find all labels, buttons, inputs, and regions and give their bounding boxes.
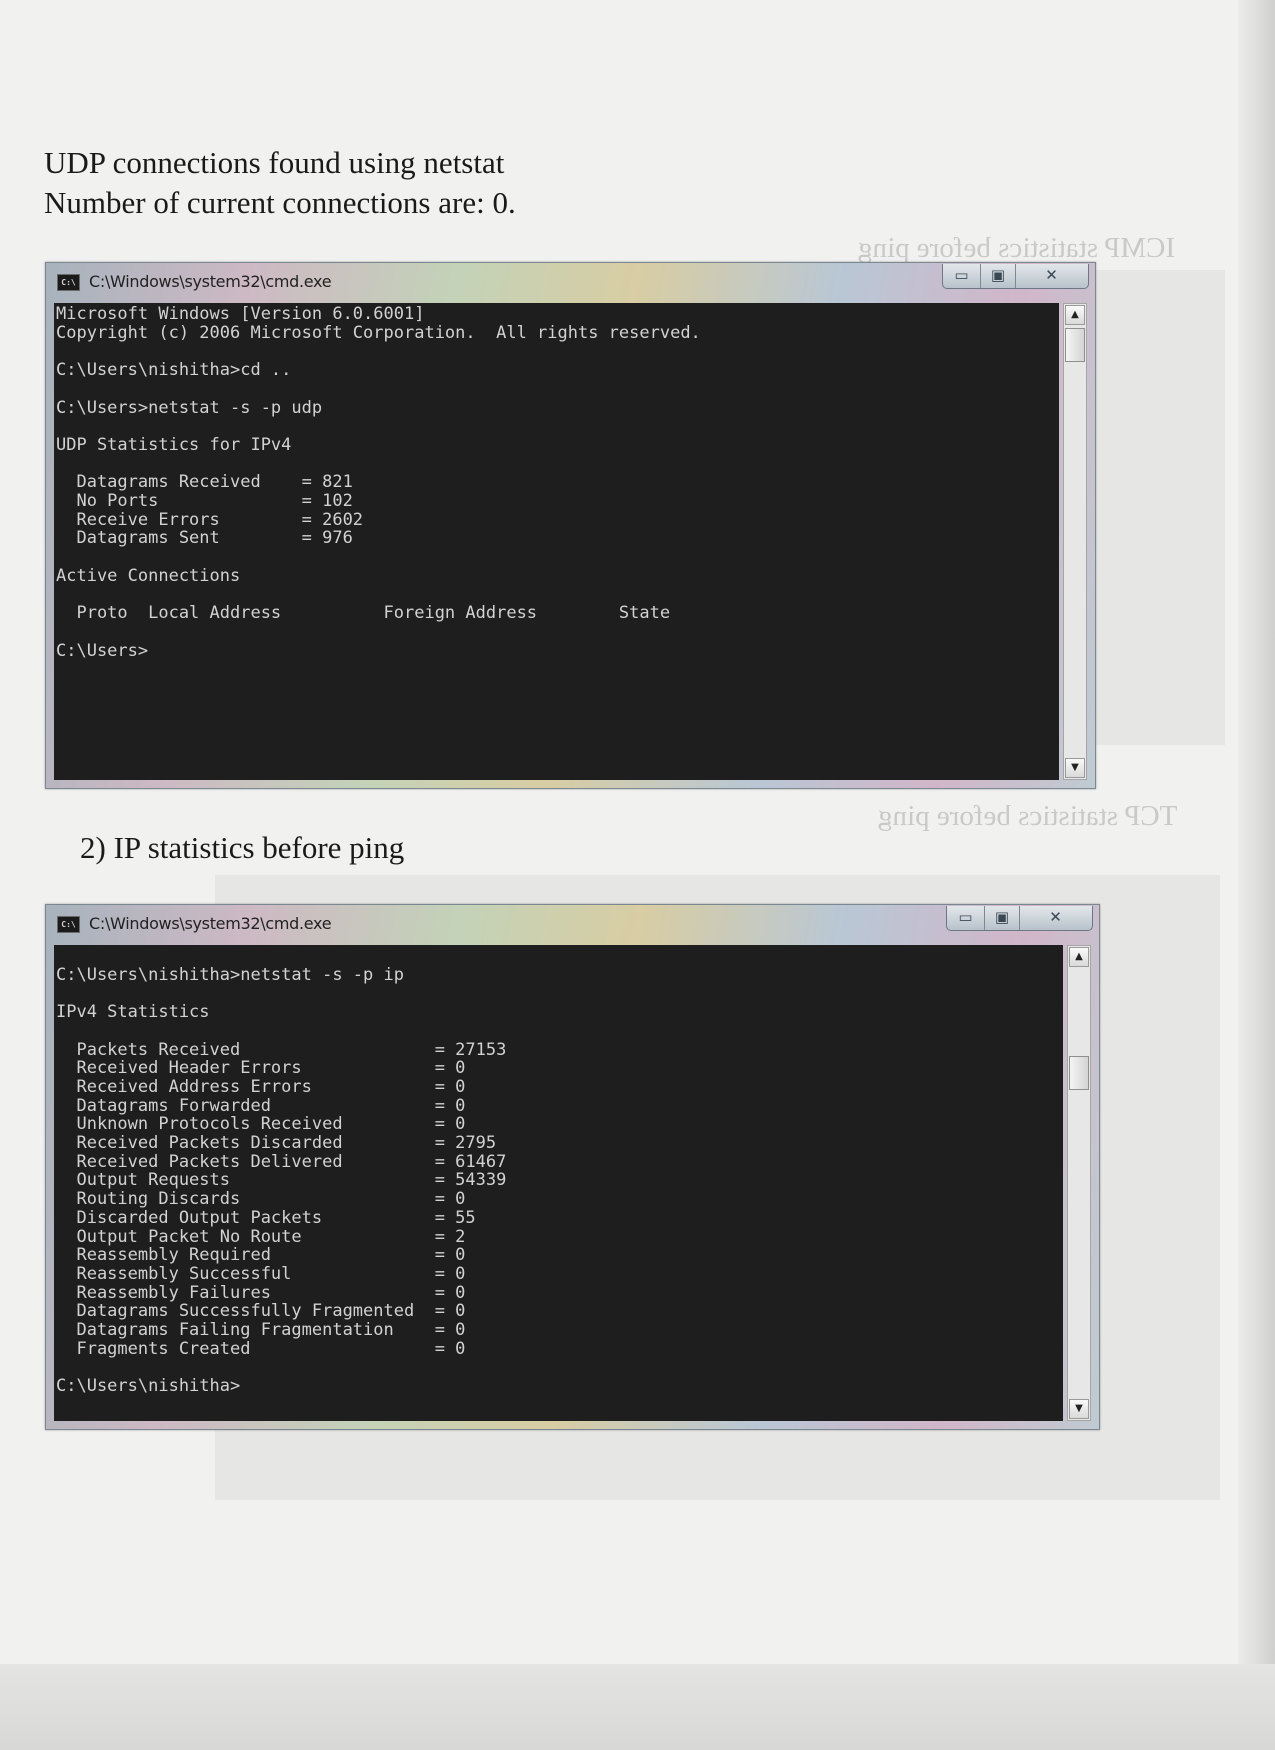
console-text: C:\Users\nishitha>netstat -s -p ip IPv4 … <box>56 964 507 1397</box>
cmd-window-udp: C:\ C:\Windows\system32\cmd.exe ▭ ▣ ✕ Mi… <box>45 262 1096 789</box>
window-controls: ▭ ▣ ✕ <box>946 906 1093 931</box>
vertical-scrollbar[interactable]: ▲ ▼ <box>1067 945 1091 1421</box>
caption-line-1: UDP connections found using netstat <box>44 145 505 180</box>
cmd-icon: C:\ <box>57 274 80 291</box>
close-button[interactable]: ✕ <box>1019 906 1092 930</box>
window-title: C:\Windows\system32\cmd.exe <box>89 914 332 933</box>
show-through-text-1: ICMP statistics before ping <box>858 232 1176 264</box>
minimize-button[interactable]: ▭ <box>947 906 984 930</box>
vertical-scrollbar[interactable]: ▲ ▼ <box>1063 303 1087 780</box>
scroll-thumb[interactable] <box>1065 328 1085 362</box>
cmd-window-ip: C:\ C:\Windows\system32\cmd.exe ▭ ▣ ✕ C:… <box>45 904 1100 1430</box>
section-heading: 2) IP statistics before ping <box>80 830 405 865</box>
page-edge-shadow <box>1238 0 1275 1750</box>
page-bottom-shadow <box>0 1664 1275 1750</box>
scroll-down-arrow-icon[interactable]: ▼ <box>1065 758 1085 778</box>
minimize-button[interactable]: ▭ <box>943 264 980 288</box>
cmd-icon: C:\ <box>57 916 80 933</box>
show-through-text-2: TCP statistics before ping <box>878 800 1178 832</box>
console-text: Microsoft Windows [Version 6.0.6001] Cop… <box>56 304 701 661</box>
close-button[interactable]: ✕ <box>1015 264 1088 288</box>
scroll-up-arrow-icon[interactable]: ▲ <box>1069 947 1089 967</box>
scroll-up-arrow-icon[interactable]: ▲ <box>1065 305 1085 325</box>
scroll-down-arrow-icon[interactable]: ▼ <box>1069 1399 1089 1419</box>
title-bar[interactable]: C:\ C:\Windows\system32\cmd.exe ▭ ▣ ✕ <box>46 905 1099 943</box>
maximize-button[interactable]: ▣ <box>984 906 1020 930</box>
scroll-thumb[interactable] <box>1069 1056 1089 1090</box>
console-output-area[interactable]: C:\Users\nishitha>netstat -s -p ip IPv4 … <box>54 945 1063 1421</box>
caption-line-2: Number of current connections are: 0. <box>44 185 516 220</box>
console-output-area[interactable]: Microsoft Windows [Version 6.0.6001] Cop… <box>54 303 1059 780</box>
maximize-button[interactable]: ▣ <box>980 264 1016 288</box>
window-title: C:\Windows\system32\cmd.exe <box>89 272 332 291</box>
title-bar[interactable]: C:\ C:\Windows\system32\cmd.exe ▭ ▣ ✕ <box>46 263 1095 301</box>
window-controls: ▭ ▣ ✕ <box>942 264 1089 289</box>
